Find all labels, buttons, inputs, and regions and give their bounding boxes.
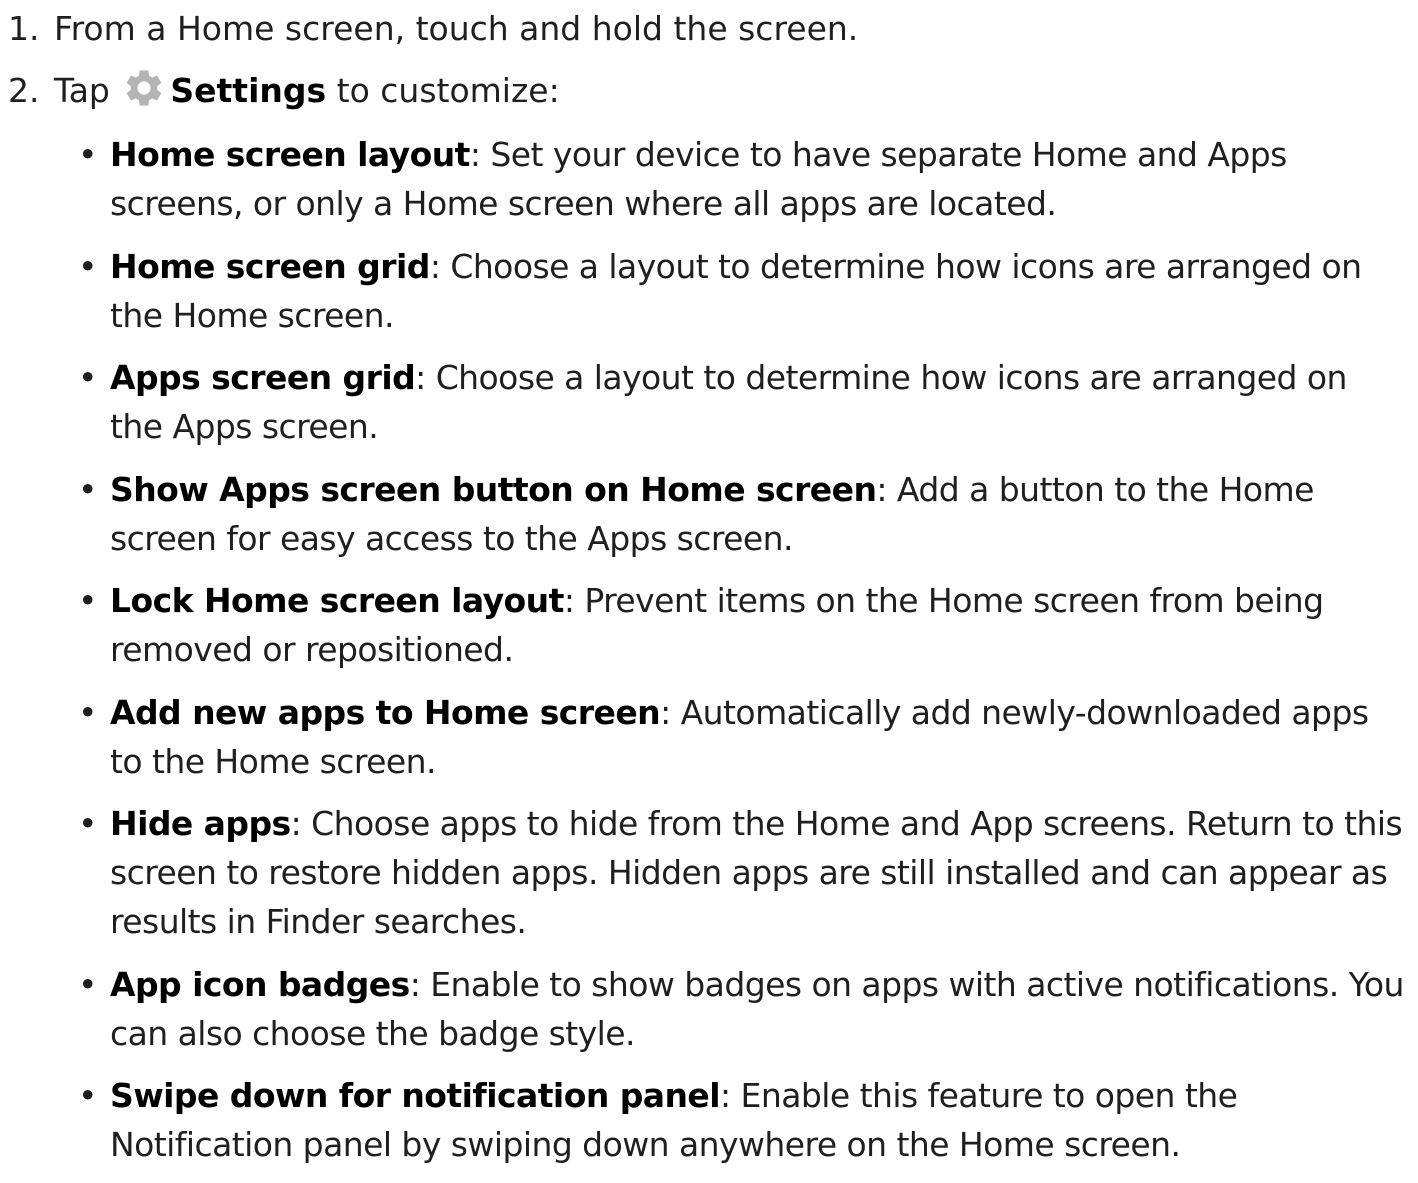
option-term: Home screen layout xyxy=(110,135,470,174)
step-prefix: Tap xyxy=(54,71,110,110)
bullet-dot: • xyxy=(78,804,97,843)
option-separator: : xyxy=(429,246,441,286)
step-2: 2. Tap Settings to customize: xyxy=(8,66,560,115)
list-item: • Swipe down for notification panel: Enab… xyxy=(0,1071,1418,1169)
option-separator: : xyxy=(409,964,421,1004)
bullet-dot: • xyxy=(78,692,97,732)
option-term: Show Apps screen button on Home screen xyxy=(110,469,877,509)
option-separator: : xyxy=(415,358,426,397)
bullet-dot: • xyxy=(78,581,97,620)
list-item: • Home screen layout: Set your device to … xyxy=(0,130,1418,228)
option-term: App icon badges xyxy=(110,964,410,1004)
option-term: Home screen grid xyxy=(110,246,430,286)
bullet-dot: • xyxy=(78,246,97,286)
option-separator: : xyxy=(876,469,887,509)
option-term: Swipe down for notification panel xyxy=(110,1076,721,1115)
step-1: 1. From a Home screen, touch and hold the… xyxy=(8,4,858,53)
option-separator: : xyxy=(720,1076,731,1115)
option-separator: : xyxy=(660,692,671,732)
bullet-dot: • xyxy=(78,964,97,1004)
settings-gear-icon xyxy=(127,70,162,106)
list-item: • App icon badges: Enable to show badges … xyxy=(0,960,1418,1058)
step-number: 2. xyxy=(8,71,40,110)
option-separator: : xyxy=(290,804,302,843)
option-term: Hide apps xyxy=(110,804,291,843)
option-term: Apps screen grid xyxy=(110,358,416,397)
list-item: • Home screen grid: Choose a layout to de… xyxy=(0,242,1418,340)
step-suffix: to customize: xyxy=(336,71,560,110)
list-item: • Apps screen grid: Choose a layout to de… xyxy=(0,353,1418,451)
option-separator: : xyxy=(469,135,481,174)
step-text: From a Home screen, touch and hold the s… xyxy=(54,9,859,48)
settings-label: Settings xyxy=(170,71,327,110)
list-item: • Show Apps screen button on Home screen:… xyxy=(0,465,1418,563)
bullet-dot: • xyxy=(78,469,97,509)
option-description: Choose apps to hide from the Home and Ap… xyxy=(110,804,1403,941)
bullet-dot: • xyxy=(78,358,97,397)
option-separator: : xyxy=(563,581,575,620)
list-item: • Lock Home screen layout: Prevent items … xyxy=(0,576,1418,674)
step-number: 1. xyxy=(8,9,40,48)
bullet-dot: • xyxy=(78,135,97,174)
option-term: Lock Home screen layout xyxy=(110,581,564,620)
option-term: Add new apps to Home screen xyxy=(110,692,661,732)
list-item: • Hide apps: Choose apps to hide from the… xyxy=(0,799,1418,946)
settings-options-list: • Home screen layout: Set your device to … xyxy=(0,130,1418,1183)
bullet-dot: • xyxy=(78,1076,97,1115)
list-item: • Add new apps to Home screen: Automatica… xyxy=(0,688,1418,786)
